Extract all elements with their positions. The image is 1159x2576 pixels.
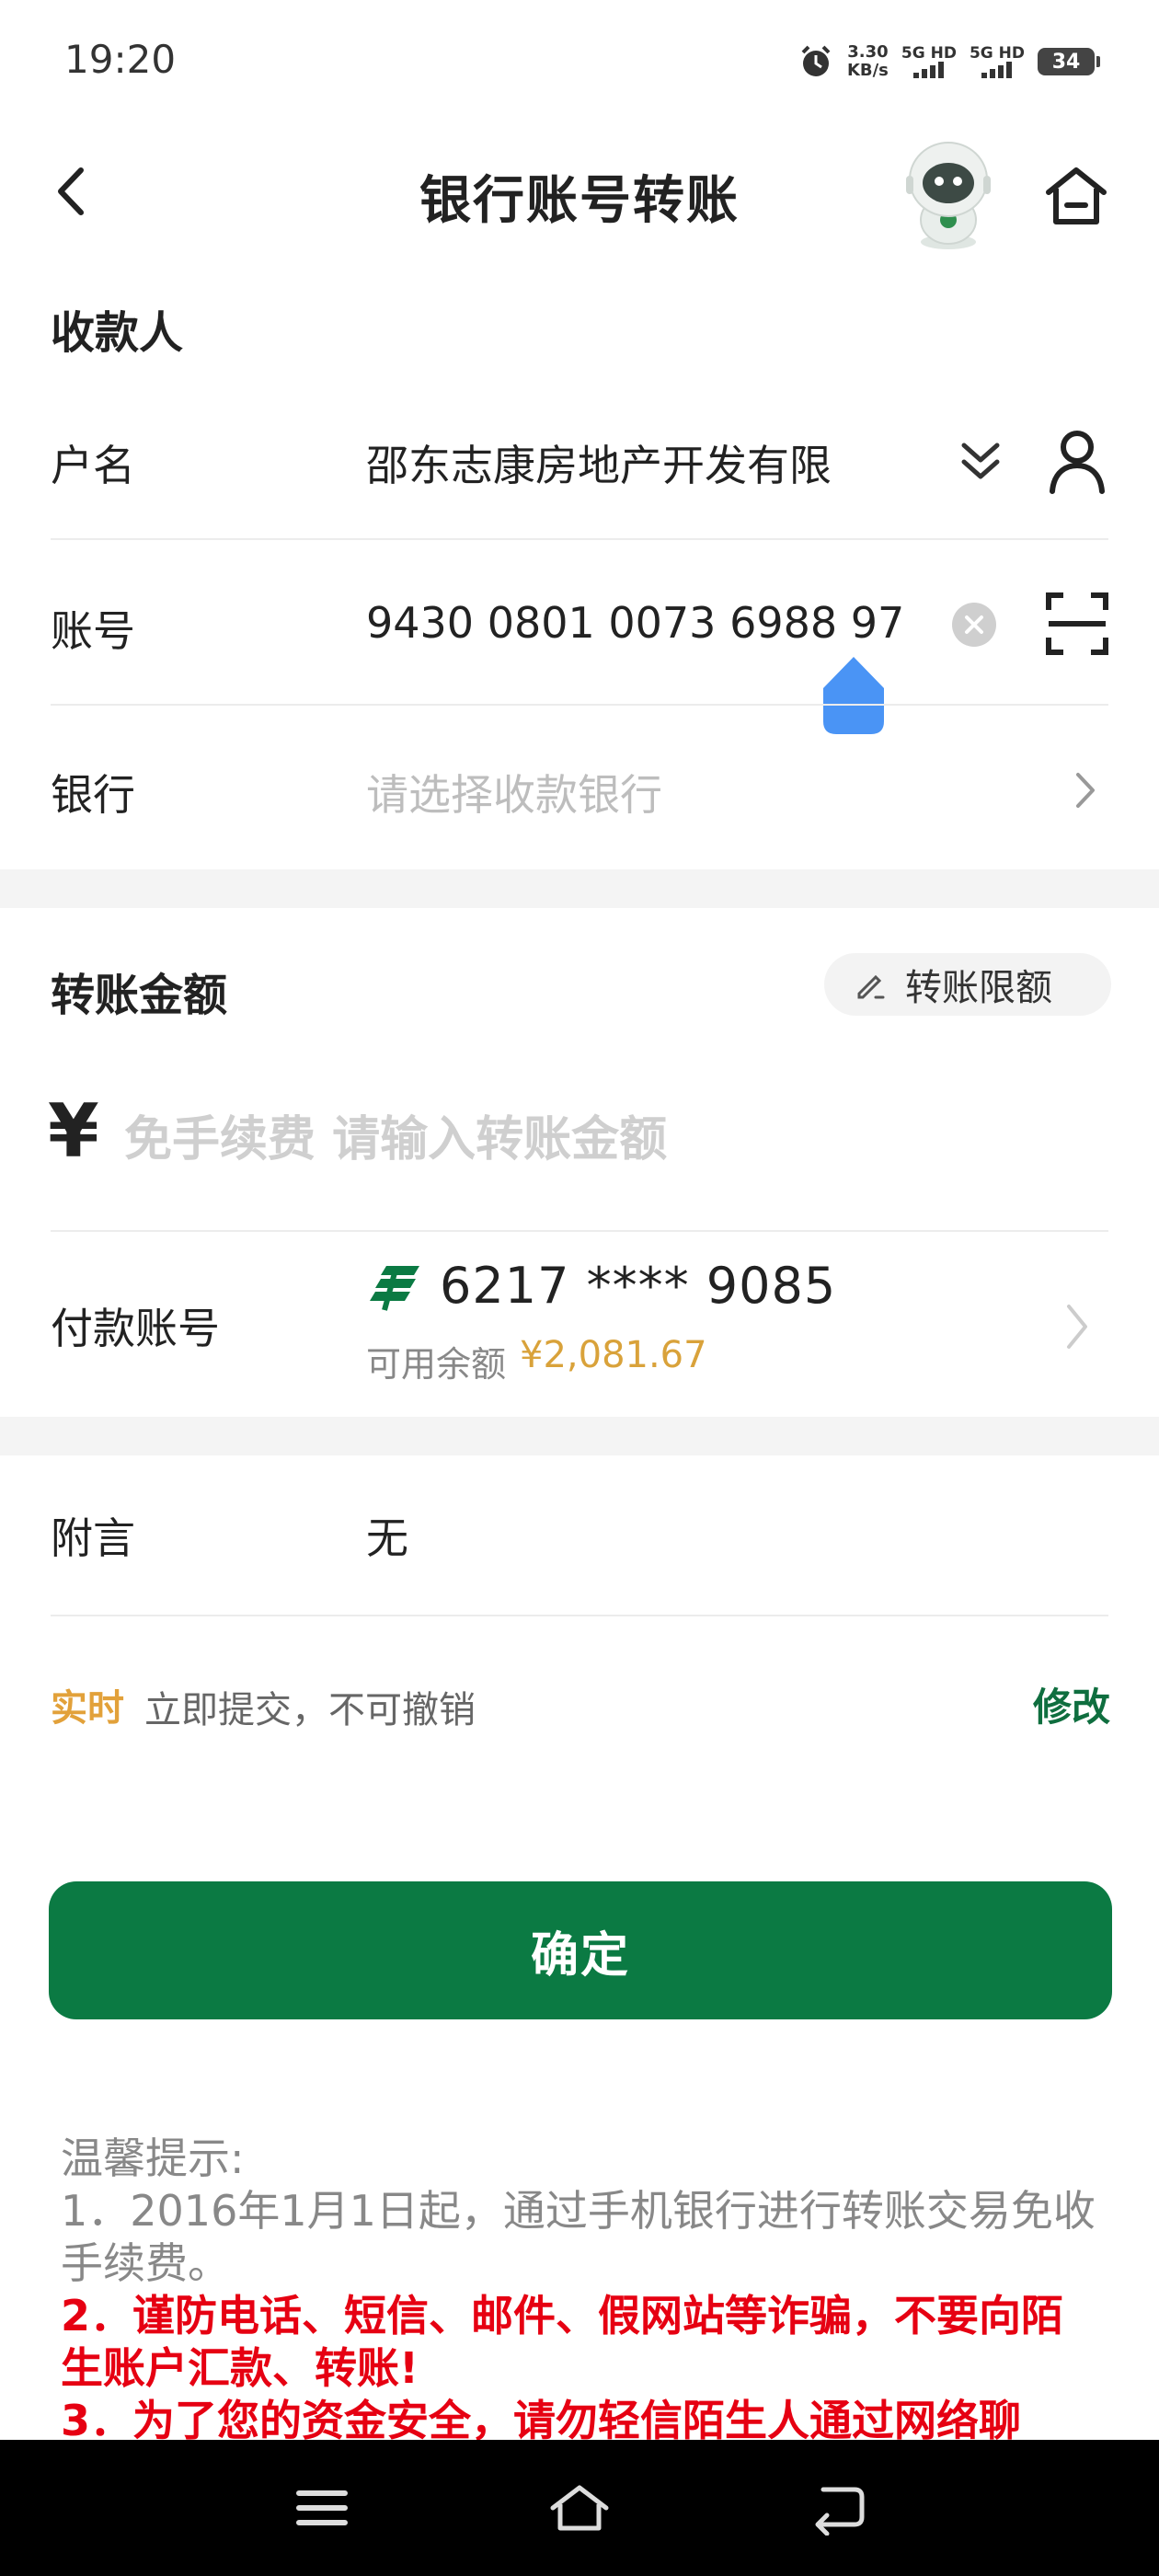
battery-indicator: 34 — [1038, 48, 1100, 75]
payee-section-title: 收款人 — [51, 307, 184, 359]
divider — [51, 704, 1108, 706]
bank-select-field[interactable]: 请选择收款银行 — [366, 762, 662, 822]
edit-pencil-icon — [857, 974, 885, 999]
signal-bars-icon — [913, 62, 945, 78]
remark-label: 附言 — [51, 1513, 135, 1563]
payee-name-field[interactable]: 邵东志康房地产开发有限 — [366, 432, 832, 493]
assistant-robot-icon[interactable] — [897, 135, 1000, 255]
double-chevron-down-icon[interactable] — [957, 432, 1004, 488]
section-separator — [0, 1417, 1159, 1455]
chevron-right-icon[interactable] — [1067, 767, 1104, 813]
currency-symbol: ¥ — [48, 1088, 99, 1174]
payee-account-label: 账号 — [51, 606, 135, 656]
postal-bank-logo-icon — [370, 1266, 419, 1311]
realtime-description: 立即提交，不可撤销 — [144, 1689, 476, 1731]
section-separator — [0, 869, 1159, 908]
tips-box: 温馨提示: 1．2016年1月1日起，通过手机银行进行转账交易免收手续费。 2．… — [61, 2133, 1100, 2447]
status-bar: 19:20 3.30 KB/s 5G HD 5G HD 34 — [0, 0, 1159, 124]
modify-timing-link[interactable]: 修改 — [1033, 1676, 1110, 1732]
payer-account-label: 付款账号 — [51, 1304, 220, 1353]
home-icon[interactable] — [1039, 159, 1113, 233]
transfer-limit-button[interactable]: 转账限额 — [824, 953, 1111, 1016]
scan-icon[interactable] — [1045, 592, 1109, 656]
payee-bank-label: 银行 — [51, 770, 135, 820]
system-nav-bar — [0, 2440, 1159, 2576]
chevron-right-icon[interactable] — [1058, 1299, 1095, 1354]
signal-bars-icon — [981, 62, 1013, 78]
net-speed-value: 3.30 — [847, 42, 889, 62]
app-header: 银行账号转账 — [0, 124, 1159, 262]
status-time: 19:20 — [64, 37, 177, 82]
payee-account-field[interactable]: 9430 0801 0073 6988 97 — [366, 598, 904, 648]
clear-input-icon[interactable] — [951, 602, 997, 648]
confirm-button[interactable]: 确定 — [49, 1881, 1112, 2019]
divider — [51, 538, 1108, 540]
payee-name-label: 户名 — [51, 441, 135, 490]
payer-card-number: 6217 **** 9085 — [440, 1257, 837, 1315]
sim1-label: 5G HD — [901, 44, 957, 63]
sim1-signal: 5G HD — [901, 45, 957, 78]
divider — [51, 1230, 1108, 1232]
available-balance-label: 可用余额 — [366, 1344, 507, 1385]
alarm-icon — [801, 45, 831, 76]
text-cursor-handle-icon[interactable] — [821, 653, 886, 738]
status-icons: 3.30 KB/s 5G HD 5G HD 34 — [798, 39, 1100, 85]
contact-person-icon[interactable] — [1045, 425, 1109, 495]
amount-input[interactable]: 免手续费 请输入转账金额 — [124, 1100, 667, 1169]
back-nav-icon[interactable] — [805, 2480, 869, 2536]
net-speed-unit: KB/s — [846, 61, 889, 80]
amount-section-title: 转账金额 — [51, 970, 228, 1021]
tip-line-1: 1．2016年1月1日起，通过手机银行进行转账交易免收手续费。 — [61, 2186, 1096, 2288]
tips-title: 温馨提示: — [61, 2133, 245, 2183]
remark-field[interactable]: 无 — [366, 1505, 408, 1566]
home-nav-icon[interactable] — [547, 2480, 612, 2536]
available-balance-amount: ¥2,081.67 — [520, 1334, 707, 1376]
tip-line-2: 2．谨防电话、短信、邮件、假网站等诈骗，不要向陌生账户汇款、转账! — [61, 2291, 1064, 2393]
realtime-tag: 实时 — [51, 1687, 124, 1730]
menu-icon[interactable] — [290, 2480, 354, 2536]
transfer-limit-label: 转账限额 — [905, 967, 1052, 1009]
divider — [51, 1615, 1108, 1616]
sim2-label: 5G HD — [969, 44, 1025, 63]
sim2-signal: 5G HD — [970, 45, 1025, 78]
network-speed: 3.30 KB/s — [847, 43, 889, 80]
